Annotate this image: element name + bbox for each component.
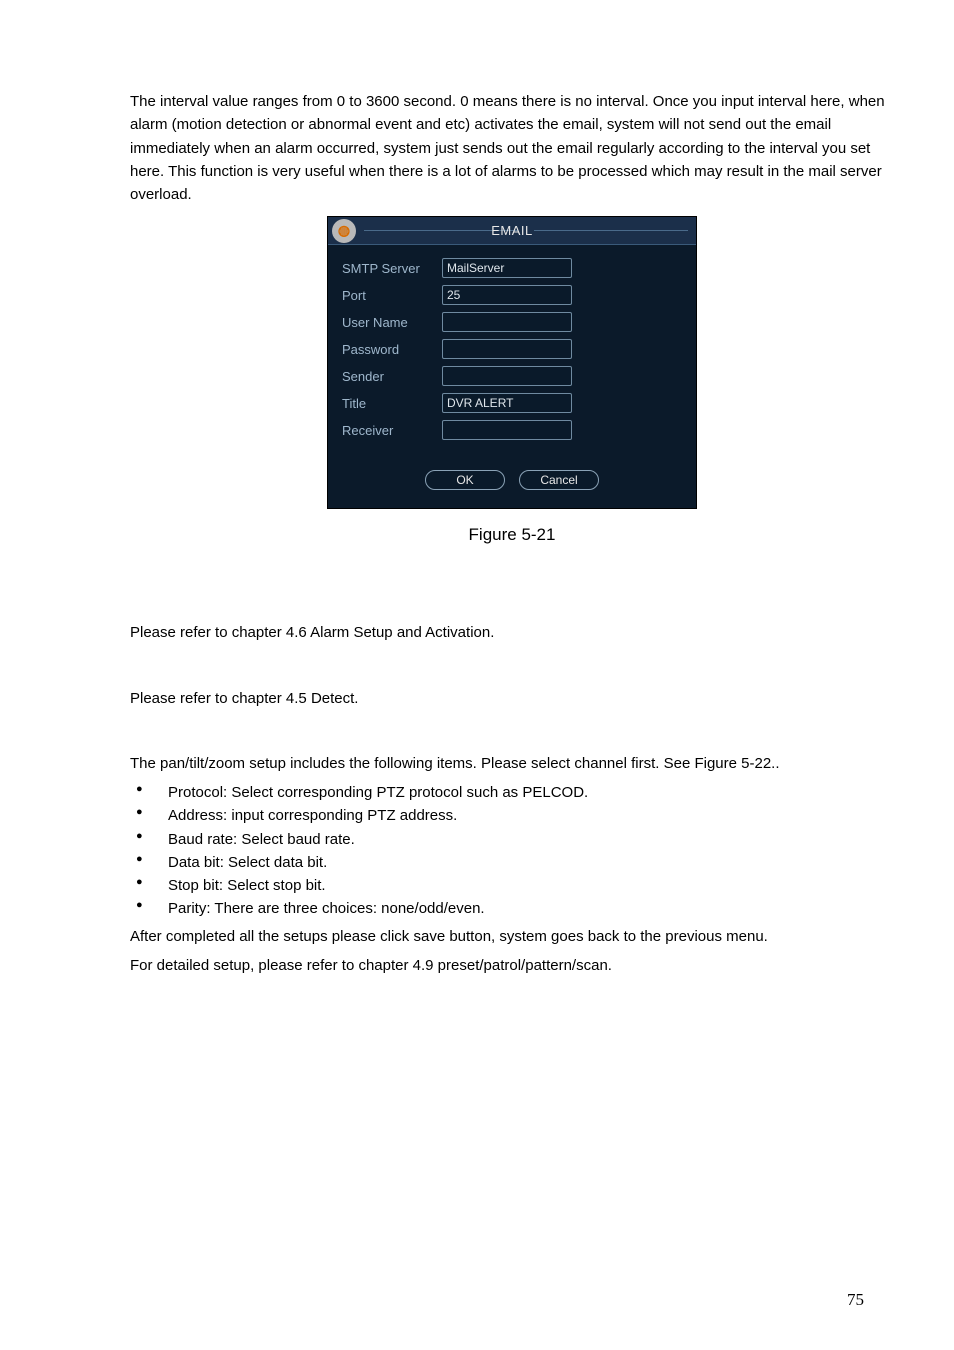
ptz-bullet-list: Protocol: Select corresponding PTZ proto… (130, 781, 894, 921)
dialog-title: EMAIL (491, 223, 533, 238)
intro-paragraph: The interval value ranges from 0 to 3600… (130, 90, 894, 206)
label-smtp-server: SMTP Server (342, 261, 442, 276)
alarm-section-text: Please refer to chapter 4.6 Alarm Setup … (130, 621, 894, 644)
input-title[interactable]: DVR ALERT (442, 393, 572, 413)
list-item: Protocol: Select corresponding PTZ proto… (130, 781, 894, 804)
input-port[interactable]: 25 (442, 285, 572, 305)
dialog-titlebar: ◍ EMAIL (328, 217, 696, 245)
list-item: Data bit: Select data bit. (130, 851, 894, 874)
title-divider-right (534, 230, 688, 231)
ptz-intro: The pan/tilt/zoom setup includes the fol… (130, 752, 894, 775)
input-smtp-server[interactable]: MailServer (442, 258, 572, 278)
list-item: Baud rate: Select baud rate. (130, 828, 894, 851)
email-dialog: ◍ EMAIL SMTP Server MailServer Port 25 U… (327, 216, 697, 509)
label-port: Port (342, 288, 442, 303)
input-receiver[interactable] (442, 420, 572, 440)
label-user-name: User Name (342, 315, 442, 330)
ptz-outro-2: For detailed setup, please refer to chap… (130, 954, 894, 977)
ok-button[interactable]: OK (425, 470, 505, 490)
list-item: Stop bit: Select stop bit. (130, 874, 894, 897)
list-item: Parity: There are three choices: none/od… (130, 897, 894, 920)
dialog-button-row: OK Cancel (328, 448, 696, 508)
label-title: Title (342, 396, 442, 411)
dialog-body: SMTP Server MailServer Port 25 User Name… (328, 245, 696, 448)
list-item: Address: input corresponding PTZ address… (130, 804, 894, 827)
globe-icon: ◍ (332, 219, 356, 243)
label-sender: Sender (342, 369, 442, 384)
detect-section-text: Please refer to chapter 4.5 Detect. (130, 687, 894, 710)
figure-caption: Figure 5-21 (130, 525, 894, 545)
ptz-outro-1: After completed all the setups please cl… (130, 925, 894, 948)
label-password: Password (342, 342, 442, 357)
input-password[interactable] (442, 339, 572, 359)
cancel-button[interactable]: Cancel (519, 470, 599, 490)
input-sender[interactable] (442, 366, 572, 386)
label-receiver: Receiver (342, 423, 442, 438)
page-number: 75 (847, 1290, 864, 1310)
input-user-name[interactable] (442, 312, 572, 332)
